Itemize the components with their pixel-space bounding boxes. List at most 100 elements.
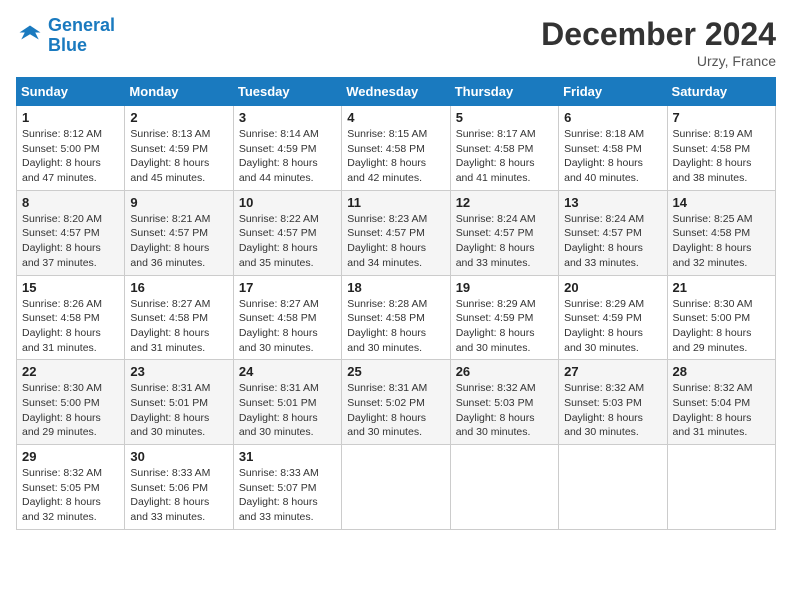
calendar-cell: 14 Sunrise: 8:25 AMSunset: 4:58 PMDaylig… — [667, 190, 775, 275]
logo-text: General Blue — [48, 16, 115, 56]
day-number: 27 — [564, 364, 661, 379]
day-number: 22 — [22, 364, 119, 379]
calendar-cell: 21 Sunrise: 8:30 AMSunset: 5:00 PMDaylig… — [667, 275, 775, 360]
day-number: 25 — [347, 364, 444, 379]
day-number: 13 — [564, 195, 661, 210]
day-number: 28 — [673, 364, 770, 379]
calendar-cell: 3 Sunrise: 8:14 AMSunset: 4:59 PMDayligh… — [233, 106, 341, 191]
day-number: 23 — [130, 364, 227, 379]
calendar-cell: 12 Sunrise: 8:24 AMSunset: 4:57 PMDaylig… — [450, 190, 558, 275]
calendar-cell: 13 Sunrise: 8:24 AMSunset: 4:57 PMDaylig… — [559, 190, 667, 275]
calendar-week-row: 15 Sunrise: 8:26 AMSunset: 4:58 PMDaylig… — [17, 275, 776, 360]
cell-info: Sunrise: 8:14 AMSunset: 4:59 PMDaylight:… — [239, 128, 319, 184]
calendar-header-wednesday: Wednesday — [342, 78, 450, 106]
cell-info: Sunrise: 8:32 AMSunset: 5:03 PMDaylight:… — [456, 382, 536, 438]
cell-info: Sunrise: 8:18 AMSunset: 4:58 PMDaylight:… — [564, 128, 644, 184]
cell-info: Sunrise: 8:17 AMSunset: 4:58 PMDaylight:… — [456, 128, 536, 184]
cell-info: Sunrise: 8:30 AMSunset: 5:00 PMDaylight:… — [673, 298, 753, 354]
calendar-cell: 23 Sunrise: 8:31 AMSunset: 5:01 PMDaylig… — [125, 360, 233, 445]
day-number: 9 — [130, 195, 227, 210]
calendar-cell: 8 Sunrise: 8:20 AMSunset: 4:57 PMDayligh… — [17, 190, 125, 275]
calendar-cell: 24 Sunrise: 8:31 AMSunset: 5:01 PMDaylig… — [233, 360, 341, 445]
calendar-cell: 9 Sunrise: 8:21 AMSunset: 4:57 PMDayligh… — [125, 190, 233, 275]
cell-info: Sunrise: 8:23 AMSunset: 4:57 PMDaylight:… — [347, 213, 427, 269]
day-number: 21 — [673, 280, 770, 295]
calendar-header-row: SundayMondayTuesdayWednesdayThursdayFrid… — [17, 78, 776, 106]
calendar-cell — [450, 445, 558, 530]
cell-info: Sunrise: 8:27 AMSunset: 4:58 PMDaylight:… — [239, 298, 319, 354]
day-number: 20 — [564, 280, 661, 295]
calendar-cell: 26 Sunrise: 8:32 AMSunset: 5:03 PMDaylig… — [450, 360, 558, 445]
calendar-cell: 31 Sunrise: 8:33 AMSunset: 5:07 PMDaylig… — [233, 445, 341, 530]
cell-info: Sunrise: 8:31 AMSunset: 5:02 PMDaylight:… — [347, 382, 427, 438]
day-number: 31 — [239, 449, 336, 464]
calendar-header-tuesday: Tuesday — [233, 78, 341, 106]
calendar-cell: 25 Sunrise: 8:31 AMSunset: 5:02 PMDaylig… — [342, 360, 450, 445]
cell-info: Sunrise: 8:12 AMSunset: 5:00 PMDaylight:… — [22, 128, 102, 184]
calendar-cell: 4 Sunrise: 8:15 AMSunset: 4:58 PMDayligh… — [342, 106, 450, 191]
day-number: 19 — [456, 280, 553, 295]
day-number: 5 — [456, 110, 553, 125]
calendar-cell — [559, 445, 667, 530]
calendar-cell: 30 Sunrise: 8:33 AMSunset: 5:06 PMDaylig… — [125, 445, 233, 530]
calendar-cell: 20 Sunrise: 8:29 AMSunset: 4:59 PMDaylig… — [559, 275, 667, 360]
cell-info: Sunrise: 8:25 AMSunset: 4:58 PMDaylight:… — [673, 213, 753, 269]
calendar-cell: 22 Sunrise: 8:30 AMSunset: 5:00 PMDaylig… — [17, 360, 125, 445]
cell-info: Sunrise: 8:33 AMSunset: 5:06 PMDaylight:… — [130, 467, 210, 523]
calendar-header-sunday: Sunday — [17, 78, 125, 106]
cell-info: Sunrise: 8:30 AMSunset: 5:00 PMDaylight:… — [22, 382, 102, 438]
calendar-cell: 11 Sunrise: 8:23 AMSunset: 4:57 PMDaylig… — [342, 190, 450, 275]
calendar-header-saturday: Saturday — [667, 78, 775, 106]
calendar-cell: 5 Sunrise: 8:17 AMSunset: 4:58 PMDayligh… — [450, 106, 558, 191]
cell-info: Sunrise: 8:31 AMSunset: 5:01 PMDaylight:… — [239, 382, 319, 438]
cell-info: Sunrise: 8:29 AMSunset: 4:59 PMDaylight:… — [564, 298, 644, 354]
day-number: 10 — [239, 195, 336, 210]
cell-info: Sunrise: 8:32 AMSunset: 5:05 PMDaylight:… — [22, 467, 102, 523]
calendar-cell: 1 Sunrise: 8:12 AMSunset: 5:00 PMDayligh… — [17, 106, 125, 191]
day-number: 7 — [673, 110, 770, 125]
calendar-week-row: 22 Sunrise: 8:30 AMSunset: 5:00 PMDaylig… — [17, 360, 776, 445]
day-number: 18 — [347, 280, 444, 295]
calendar-header-monday: Monday — [125, 78, 233, 106]
calendar-body: 1 Sunrise: 8:12 AMSunset: 5:00 PMDayligh… — [17, 106, 776, 530]
cell-info: Sunrise: 8:24 AMSunset: 4:57 PMDaylight:… — [564, 213, 644, 269]
cell-info: Sunrise: 8:28 AMSunset: 4:58 PMDaylight:… — [347, 298, 427, 354]
calendar-cell: 18 Sunrise: 8:28 AMSunset: 4:58 PMDaylig… — [342, 275, 450, 360]
day-number: 3 — [239, 110, 336, 125]
calendar-week-row: 29 Sunrise: 8:32 AMSunset: 5:05 PMDaylig… — [17, 445, 776, 530]
calendar-cell: 17 Sunrise: 8:27 AMSunset: 4:58 PMDaylig… — [233, 275, 341, 360]
calendar-cell: 6 Sunrise: 8:18 AMSunset: 4:58 PMDayligh… — [559, 106, 667, 191]
cell-info: Sunrise: 8:21 AMSunset: 4:57 PMDaylight:… — [130, 213, 210, 269]
cell-info: Sunrise: 8:32 AMSunset: 5:03 PMDaylight:… — [564, 382, 644, 438]
day-number: 11 — [347, 195, 444, 210]
day-number: 17 — [239, 280, 336, 295]
cell-info: Sunrise: 8:29 AMSunset: 4:59 PMDaylight:… — [456, 298, 536, 354]
cell-info: Sunrise: 8:13 AMSunset: 4:59 PMDaylight:… — [130, 128, 210, 184]
day-number: 1 — [22, 110, 119, 125]
calendar-week-row: 1 Sunrise: 8:12 AMSunset: 5:00 PMDayligh… — [17, 106, 776, 191]
day-number: 14 — [673, 195, 770, 210]
cell-info: Sunrise: 8:15 AMSunset: 4:58 PMDaylight:… — [347, 128, 427, 184]
day-number: 2 — [130, 110, 227, 125]
day-number: 30 — [130, 449, 227, 464]
calendar-cell — [667, 445, 775, 530]
day-number: 15 — [22, 280, 119, 295]
calendar-cell — [342, 445, 450, 530]
calendar-cell: 15 Sunrise: 8:26 AMSunset: 4:58 PMDaylig… — [17, 275, 125, 360]
cell-info: Sunrise: 8:31 AMSunset: 5:01 PMDaylight:… — [130, 382, 210, 438]
calendar-cell: 2 Sunrise: 8:13 AMSunset: 4:59 PMDayligh… — [125, 106, 233, 191]
cell-info: Sunrise: 8:24 AMSunset: 4:57 PMDaylight:… — [456, 213, 536, 269]
day-number: 12 — [456, 195, 553, 210]
title-area: December 2024 Urzy, France — [541, 16, 776, 69]
day-number: 16 — [130, 280, 227, 295]
calendar-header-thursday: Thursday — [450, 78, 558, 106]
calendar-table: SundayMondayTuesdayWednesdayThursdayFrid… — [16, 77, 776, 530]
calendar-cell: 28 Sunrise: 8:32 AMSunset: 5:04 PMDaylig… — [667, 360, 775, 445]
day-number: 26 — [456, 364, 553, 379]
day-number: 4 — [347, 110, 444, 125]
calendar-header-friday: Friday — [559, 78, 667, 106]
cell-info: Sunrise: 8:19 AMSunset: 4:58 PMDaylight:… — [673, 128, 753, 184]
day-number: 24 — [239, 364, 336, 379]
cell-info: Sunrise: 8:27 AMSunset: 4:58 PMDaylight:… — [130, 298, 210, 354]
day-number: 29 — [22, 449, 119, 464]
